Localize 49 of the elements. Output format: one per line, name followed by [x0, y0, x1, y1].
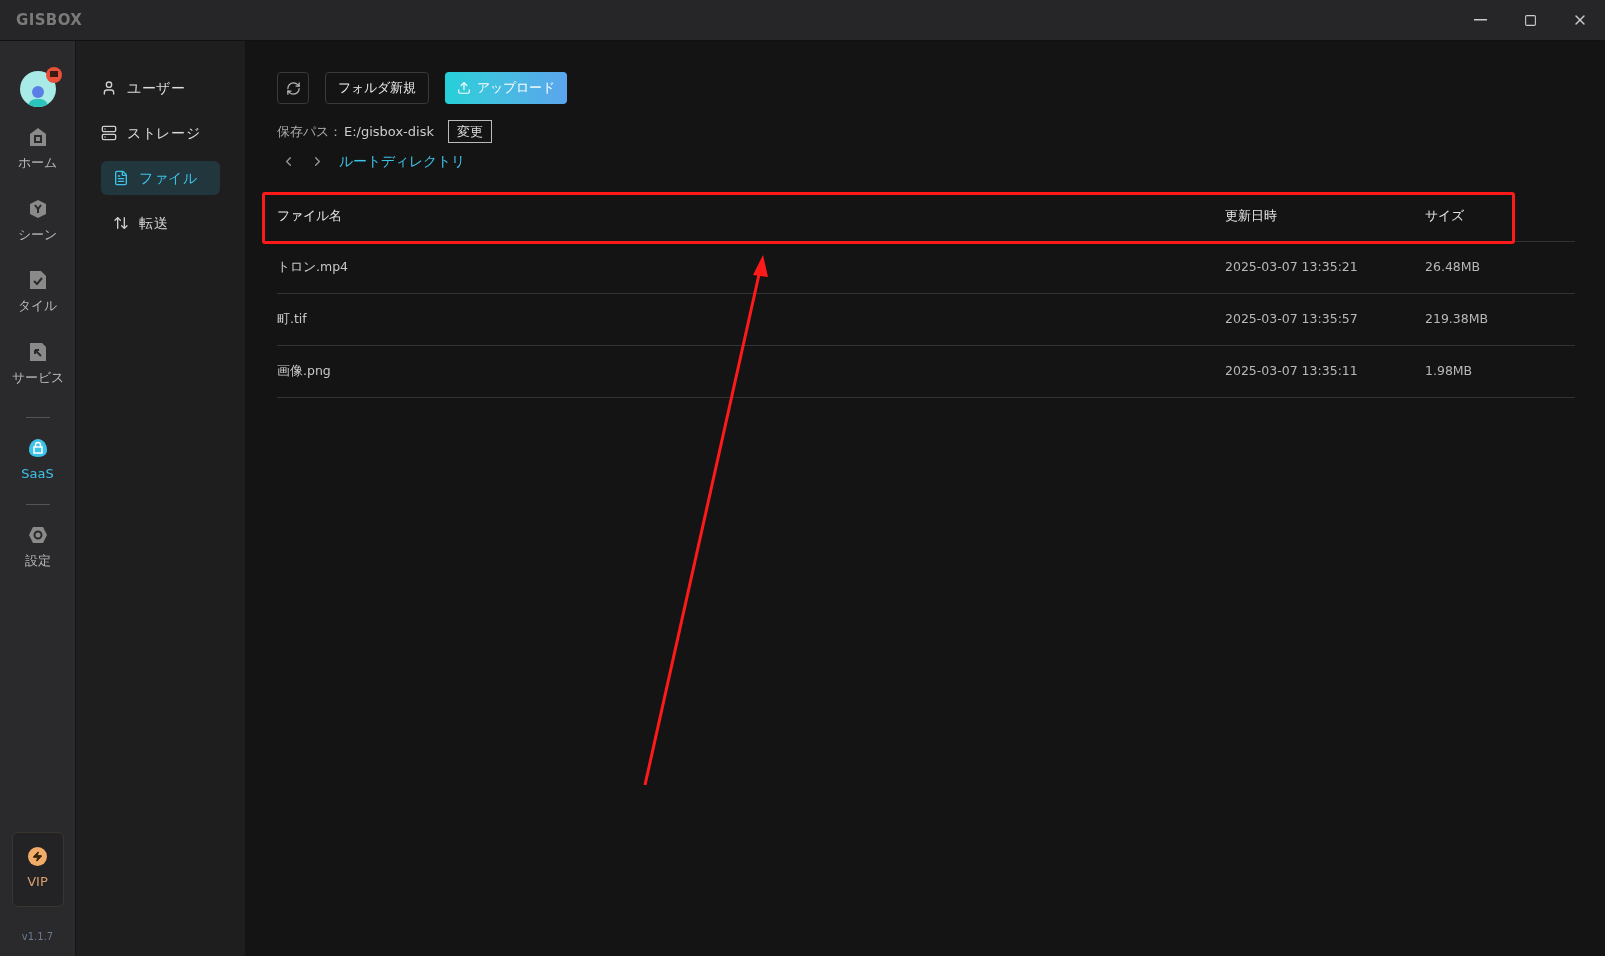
table-cell-text: 1.98MB — [1425, 362, 1474, 381]
app-logo: GISBOX — [16, 9, 83, 31]
nav-rail-item[interactable]: ホーム — [0, 119, 75, 181]
cloud-lock-icon — [27, 438, 48, 458]
avatar[interactable] — [19, 71, 56, 107]
nav-rail-item[interactable]: シーン — [0, 190, 75, 252]
home-icon — [28, 127, 47, 147]
storage-icon — [101, 125, 117, 141]
change-button[interactable]: 変更 — [447, 120, 492, 143]
maximize-icon — [1523, 13, 1537, 27]
nav-rail-item[interactable]: タイル — [0, 262, 75, 324]
settings-icon — [27, 524, 48, 545]
refresh-icon — [285, 80, 301, 96]
nav-rail-item[interactable]: 設定 — [0, 516, 75, 578]
table-cell-text: 2025-03-07 13:35:21 — [1225, 258, 1359, 277]
document-check-icon — [28, 270, 47, 290]
save-path-label: 保存パス： — [277, 122, 342, 141]
column-header: サイズ — [1425, 206, 1465, 225]
user-icon — [101, 80, 117, 96]
refresh-button[interactable] — [277, 72, 309, 104]
table-cell-text: トロン.mp4 — [277, 258, 350, 277]
table-cell-text: 26.48MB — [1425, 258, 1482, 277]
minimize-icon — [1473, 19, 1487, 21]
sidebar-item[interactable]: ファイル — [101, 161, 220, 195]
nav-rail-item[interactable]: サービス — [0, 333, 75, 395]
save-path-value: E:/gisbox-disk — [344, 122, 434, 141]
file-row[interactable]: 画像.png 2025-03-07 13:35:11 1.98MB — [277, 346, 1575, 398]
sidebar-item[interactable]: 転送 — [101, 206, 220, 240]
vip-button[interactable]: VIP — [11, 832, 64, 907]
table-cell-text: 2025-03-07 13:35:57 — [1225, 310, 1359, 329]
sidebar-item[interactable]: ストレージ — [101, 116, 220, 150]
lightning-icon — [32, 851, 43, 863]
file-row[interactable]: 町.tif 2025-03-07 13:35:57 219.38MB — [277, 294, 1575, 346]
message-badge-icon — [45, 67, 62, 83]
table-cell-text: 画像.png — [277, 362, 332, 381]
table-cell-text: 2025-03-07 13:35:11 — [1225, 362, 1359, 381]
version-label: v1.1.7 — [21, 930, 54, 944]
table-cell-text: 219.38MB — [1425, 310, 1490, 329]
sidebar-item[interactable]: ユーザー — [101, 71, 220, 105]
nav-rail-item[interactable]: SaaS — [0, 430, 75, 492]
cube-icon — [28, 198, 47, 219]
breadcrumb-link[interactable]: ルートディレクトリ — [339, 151, 465, 172]
column-header: 更新日時 — [1225, 206, 1278, 225]
column-header: ファイル名 — [277, 206, 343, 225]
new-folder-button[interactable]: フォルダ新規 — [325, 72, 429, 104]
upload-icon — [457, 81, 471, 95]
file-icon — [113, 170, 129, 186]
transfer-icon — [113, 215, 129, 231]
table-cell-text: 町.tif — [277, 310, 308, 329]
